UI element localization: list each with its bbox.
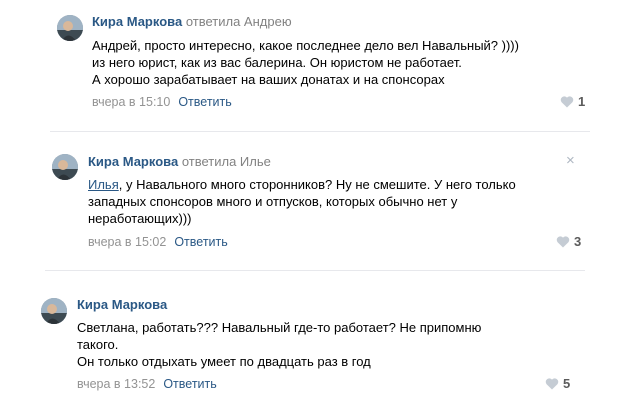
comment-time[interactable]: вчера в 15:02 <box>88 235 166 249</box>
comment-text-line: такого. <box>77 337 119 352</box>
heart-icon <box>556 236 570 248</box>
like-button[interactable]: 5 <box>545 376 570 391</box>
reply-button[interactable]: Ответить <box>174 235 227 249</box>
avatar[interactable] <box>57 15 83 41</box>
close-icon[interactable]: × <box>566 152 575 169</box>
comment-text-line: западных спонсоров много и отпусков, кот… <box>88 194 458 209</box>
author-name[interactable]: Кира Маркова <box>88 154 178 169</box>
separator <box>50 131 590 132</box>
heart-icon <box>545 378 559 390</box>
comment-text-line: неработающих))) <box>88 211 192 226</box>
comment-text-line: А хорошо зарабатывает на ваших донатах и… <box>92 72 445 87</box>
like-count: 5 <box>563 376 571 391</box>
replied-to[interactable]: ответила Андрею <box>186 14 292 29</box>
mention-link[interactable]: Илья <box>88 177 119 192</box>
like-count: 3 <box>574 234 582 249</box>
comment-time[interactable]: вчера в 13:52 <box>77 377 155 391</box>
like-button[interactable]: 1 <box>560 94 585 109</box>
comment-text-line: из него юрист, как из вас балерина. Он ю… <box>92 55 462 70</box>
separator <box>45 270 585 271</box>
avatar[interactable] <box>52 154 78 180</box>
like-button[interactable]: 3 <box>556 234 581 249</box>
heart-icon <box>560 96 574 108</box>
comment-time[interactable]: вчера в 15:10 <box>92 95 170 109</box>
comment-text-line: Он только отдыхать умеет по двадцать раз… <box>77 354 371 369</box>
comment-text-line: Светлана, работать??? Навальный где-то р… <box>77 320 482 335</box>
comment-text-line: Андрей, просто интересно, какое последне… <box>92 38 519 53</box>
avatar[interactable] <box>41 298 67 324</box>
reply-button[interactable]: Ответить <box>163 377 216 391</box>
reply-button[interactable]: Ответить <box>178 95 231 109</box>
like-count: 1 <box>578 94 586 109</box>
author-name[interactable]: Кира Маркова <box>92 14 182 29</box>
replied-to[interactable]: ответила Илье <box>182 154 271 169</box>
author-name[interactable]: Кира Маркова <box>77 297 167 312</box>
comment-text-line: , у Навального много сторонников? Ну не … <box>118 177 516 192</box>
